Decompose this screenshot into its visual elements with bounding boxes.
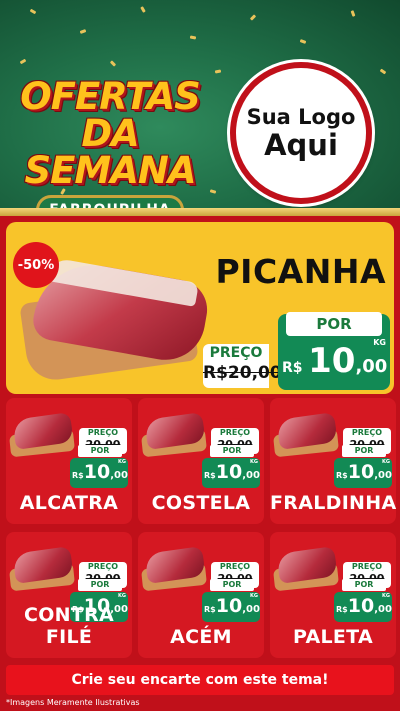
new-price-tag: POR KG R$ 10,00 bbox=[278, 312, 390, 390]
new-price-tag: POR KG R$10,00 bbox=[334, 445, 392, 488]
confetti bbox=[299, 39, 307, 44]
old-price-label: PREÇO bbox=[87, 562, 119, 571]
price-decimal: ,00 bbox=[355, 356, 388, 377]
offers-title: OFERTAS DA SEMANA FARROUPILHA bbox=[10, 78, 210, 212]
new-price-value: R$10,00 bbox=[336, 460, 392, 484]
cta-banner[interactable]: Crie seu encarte com este tema! bbox=[6, 665, 394, 695]
new-price-value: R$ 10,00 bbox=[282, 342, 387, 380]
price-integer: 10 bbox=[83, 461, 111, 483]
old-price-label: PREÇO bbox=[209, 345, 263, 361]
new-price-tag: POR KG R$10,00 bbox=[202, 579, 260, 622]
price-currency: R$ bbox=[336, 605, 348, 614]
price-integer: 10 bbox=[215, 595, 243, 617]
title-line-2: DA SEMANA bbox=[24, 112, 197, 192]
product-name: ALCATRA bbox=[19, 492, 119, 514]
old-price-label: PREÇO bbox=[351, 562, 383, 571]
product-card: PREÇO20,00PORKGR$10,00ALCATRA bbox=[6, 398, 132, 524]
new-price-tag: POR KG R$10,00 bbox=[70, 445, 128, 488]
price-decimal: ,00 bbox=[242, 470, 260, 481]
old-price-tag: PREÇO R$20,00 bbox=[203, 344, 282, 388]
new-price-label: POR bbox=[342, 445, 386, 457]
new-price-label: POR bbox=[286, 312, 382, 336]
new-price-label: POR bbox=[210, 445, 254, 457]
product-name: COSTELA bbox=[151, 492, 251, 514]
new-price-label: POR bbox=[210, 579, 254, 591]
confetti bbox=[109, 60, 117, 67]
product-card: PREÇO20,00PORKGR$10,00CONTRA FILÉ bbox=[6, 532, 132, 658]
product-card: PREÇO20,00PORKGR$10,00PALETA bbox=[270, 532, 396, 658]
product-name: CONTRA FILÉ bbox=[23, 604, 115, 648]
price-integer: 10 bbox=[347, 595, 375, 617]
new-price-value: R$10,00 bbox=[204, 460, 260, 484]
disclaimer-text: *Imagens Meramente Ilustrativas bbox=[6, 698, 140, 707]
price-currency: R$ bbox=[336, 471, 348, 480]
old-price-value: R$20,00 bbox=[203, 363, 282, 383]
product-name: PALETA bbox=[293, 626, 373, 648]
confetti bbox=[379, 68, 387, 75]
price-currency: R$ bbox=[72, 471, 84, 480]
new-price-tag: POR KG R$10,00 bbox=[334, 579, 392, 622]
old-price-label: PREÇO bbox=[351, 428, 383, 437]
new-price-label: POR bbox=[342, 579, 386, 591]
price-integer: 10 bbox=[347, 461, 375, 483]
featured-product-name: PICANHA bbox=[215, 252, 386, 291]
old-price-label: PREÇO bbox=[87, 428, 119, 437]
header-banner: OFERTAS DA SEMANA FARROUPILHA Sua Logo A… bbox=[0, 0, 400, 212]
title-line-1: OFERTAS bbox=[20, 75, 200, 118]
featured-product-card: -50% PICANHA PREÇO R$20,00 POR KG R$ 10,… bbox=[6, 222, 394, 394]
new-price-label: POR bbox=[78, 579, 122, 591]
new-price-value: R$10,00 bbox=[204, 594, 260, 618]
new-price-value: R$10,00 bbox=[72, 460, 128, 484]
confetti bbox=[209, 189, 217, 194]
price-currency: R$ bbox=[282, 360, 303, 376]
price-decimal: ,00 bbox=[374, 604, 392, 615]
confetti bbox=[140, 6, 146, 13]
confetti bbox=[19, 58, 27, 65]
price-currency: R$ bbox=[204, 471, 216, 480]
confetti bbox=[249, 14, 257, 21]
product-card: PREÇO20,00PORKGR$10,00ACÉM bbox=[138, 532, 264, 658]
price-integer: 10 bbox=[308, 341, 356, 381]
confetti bbox=[79, 29, 87, 34]
logo-text-line-2: Aqui bbox=[264, 128, 338, 162]
product-card: PREÇO20,00PORKGR$10,00COSTELA bbox=[138, 398, 264, 524]
discount-badge: -50% bbox=[13, 242, 59, 288]
product-card: PREÇO20,00PORKGR$10,00FRALDINHA bbox=[270, 398, 396, 524]
confetti bbox=[350, 10, 356, 17]
new-price-label: POR bbox=[78, 445, 122, 457]
product-name: ACÉM bbox=[170, 626, 232, 648]
price-decimal: ,00 bbox=[242, 604, 260, 615]
confetti bbox=[189, 35, 197, 40]
price-decimal: ,00 bbox=[374, 470, 392, 481]
logo-placeholder: Sua Logo Aqui bbox=[230, 62, 372, 204]
old-price-label: PREÇO bbox=[219, 562, 251, 571]
product-name: FRALDINHA bbox=[270, 492, 396, 514]
logo-text-line-1: Sua Logo bbox=[246, 105, 356, 129]
new-price-value: R$10,00 bbox=[336, 594, 392, 618]
price-currency: R$ bbox=[204, 605, 216, 614]
old-price-label: PREÇO bbox=[219, 428, 251, 437]
confetti bbox=[214, 69, 222, 74]
new-price-tag: POR KG R$10,00 bbox=[202, 445, 260, 488]
confetti bbox=[29, 8, 37, 15]
price-integer: 10 bbox=[215, 461, 243, 483]
price-decimal: ,00 bbox=[110, 470, 128, 481]
gold-divider bbox=[0, 208, 400, 216]
